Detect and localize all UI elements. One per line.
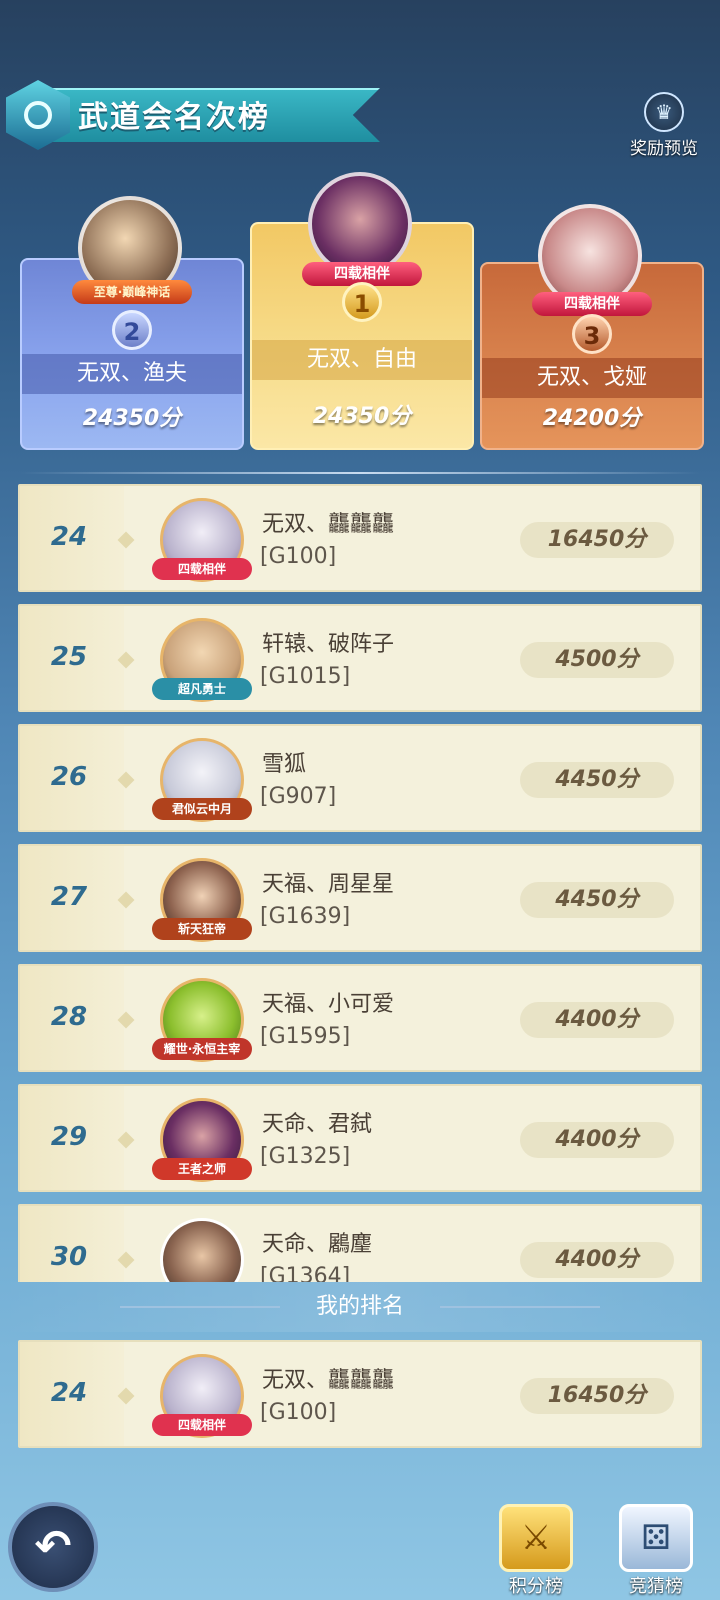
divider [20, 472, 700, 474]
tab-label: 积分榜 [509, 1576, 563, 1597]
podium-second-place[interactable]: 至尊·巅峰神话 2 无双、渔夫 24350分 [20, 196, 244, 450]
crossed-swords-icon: ⚔ [499, 1504, 573, 1572]
player-name: 天命、鷵麈 [262, 1232, 373, 1257]
table-row[interactable]: 27 斩天狂帝 天福、周星星 [G1639] 4450分 [18, 844, 702, 952]
rank-medal-icon: 3 [572, 314, 612, 354]
rank-number: 29 [50, 1122, 88, 1152]
player-name: 轩辕、破阵子 [262, 632, 395, 657]
page-title-banner: 武道会名次榜 [0, 80, 390, 155]
player-name: 天福、小可爱 [262, 992, 395, 1017]
player-name: 无双、龘龘龘 [262, 512, 395, 537]
rank-number: 27 [50, 882, 88, 912]
server-tag: [G1595] [260, 1024, 351, 1049]
table-row[interactable]: 29 王者之师 天命、君弑 [G1325] 4400分 [18, 1084, 702, 1192]
podium-third-place[interactable]: 四载相伴 3 无双、戈娅 24200分 [480, 204, 704, 450]
table-row[interactable]: 28 耀世·永恒主宰 天福、小可爱 [G1595] 4400分 [18, 964, 702, 1072]
player-score: 16450分 [520, 1378, 674, 1414]
back-arrow-icon: ↶ [34, 1521, 72, 1572]
player-score: 4400分 [520, 1242, 674, 1278]
player-name: 无双、戈娅 [482, 358, 702, 398]
player-score: 16450分 [520, 522, 674, 558]
title-badge: 君似云中月 [152, 798, 252, 820]
page-title: 武道会名次榜 [78, 100, 270, 135]
my-rank-row[interactable]: 24 四载相伴 无双、龘龘龘 [G100] 16450分 [18, 1340, 702, 1448]
dice-icon: ⚄ [619, 1504, 693, 1572]
server-tag: [G100] [260, 544, 337, 569]
rank-number: 25 [50, 642, 88, 672]
server-tag: [G1639] [260, 904, 351, 929]
rank-medal-icon: 2 [112, 310, 152, 350]
title-badge: 至尊·巅峰神话 [72, 280, 192, 304]
reward-preview-label: 奖励预览 [630, 139, 698, 159]
rank-medal-icon: 1 [342, 282, 382, 322]
player-name: 无双、龘龘龘 [262, 1368, 395, 1393]
avatar [308, 172, 412, 276]
player-name: 无双、渔夫 [22, 354, 242, 394]
my-rank-title: 我的排名 [315, 1294, 404, 1319]
rank-number: 28 [50, 1002, 88, 1032]
player-name: 无双、自由 [252, 340, 472, 380]
title-badge: 斩天狂帝 [152, 918, 252, 940]
tab-points-leaderboard[interactable]: ⚔ 积分榜 [486, 1498, 586, 1598]
player-score: 24200分 [542, 406, 642, 431]
player-name: 雪狐 [262, 752, 307, 777]
server-tag: [G1325] [260, 1144, 351, 1169]
tab-label: 竞猜榜 [629, 1576, 683, 1597]
server-tag: [G100] [260, 1400, 337, 1425]
tab-guess-leaderboard[interactable]: ⚄ 竞猜榜 [606, 1498, 706, 1598]
table-row[interactable]: 24 四载相伴 无双、龘龘龘 [G100] 16450分 [18, 484, 702, 592]
reward-preview-button[interactable]: ♛ 奖励预览 [618, 92, 710, 159]
player-score: 4450分 [520, 762, 674, 798]
player-score: 4400分 [520, 1122, 674, 1158]
title-badge: 四载相伴 [152, 558, 252, 580]
player-name: 天福、周星星 [262, 872, 395, 897]
player-name: 天命、君弑 [262, 1112, 373, 1137]
ranking-list[interactable]: 24 四载相伴 无双、龘龘龘 [G100] 16450分 25 超凡勇士 轩辕、… [18, 484, 704, 1282]
my-rank-header: 我的排名 [0, 1282, 720, 1332]
server-tag: [G1364] [260, 1264, 351, 1282]
rank-number: 24 [50, 522, 88, 552]
rank-number: 26 [50, 762, 88, 792]
title-badge: 王者之师 [152, 1158, 252, 1180]
player-score: 4500分 [520, 642, 674, 678]
player-score: 4450分 [520, 882, 674, 918]
player-score: 24350分 [82, 406, 182, 431]
server-tag: [G1015] [260, 664, 351, 689]
table-row[interactable]: 26 君似云中月 雪狐 [G907] 4450分 [18, 724, 702, 832]
table-row[interactable]: 30 天命、鷵麈 [G1364] 4400分 [18, 1204, 702, 1282]
rank-number: 24 [50, 1378, 88, 1408]
title-badge: 超凡勇士 [152, 678, 252, 700]
title-badge: 耀世·永恒主宰 [152, 1038, 252, 1060]
crown-icon: ♛ [644, 92, 684, 132]
player-score: 4400分 [520, 1002, 674, 1038]
back-button[interactable]: ↶ [8, 1502, 98, 1592]
server-tag: [G907] [260, 784, 337, 809]
title-badge: 四载相伴 [532, 292, 652, 316]
table-row[interactable]: 25 超凡勇士 轩辕、破阵子 [G1015] 4500分 [18, 604, 702, 712]
podium-first-place[interactable]: 四载相伴 1 无双、自由 24350分 [250, 172, 474, 450]
player-score: 24350分 [312, 404, 412, 429]
avatar[interactable] [160, 1218, 244, 1282]
title-badge: 四载相伴 [152, 1414, 252, 1436]
rank-number: 30 [50, 1242, 88, 1272]
